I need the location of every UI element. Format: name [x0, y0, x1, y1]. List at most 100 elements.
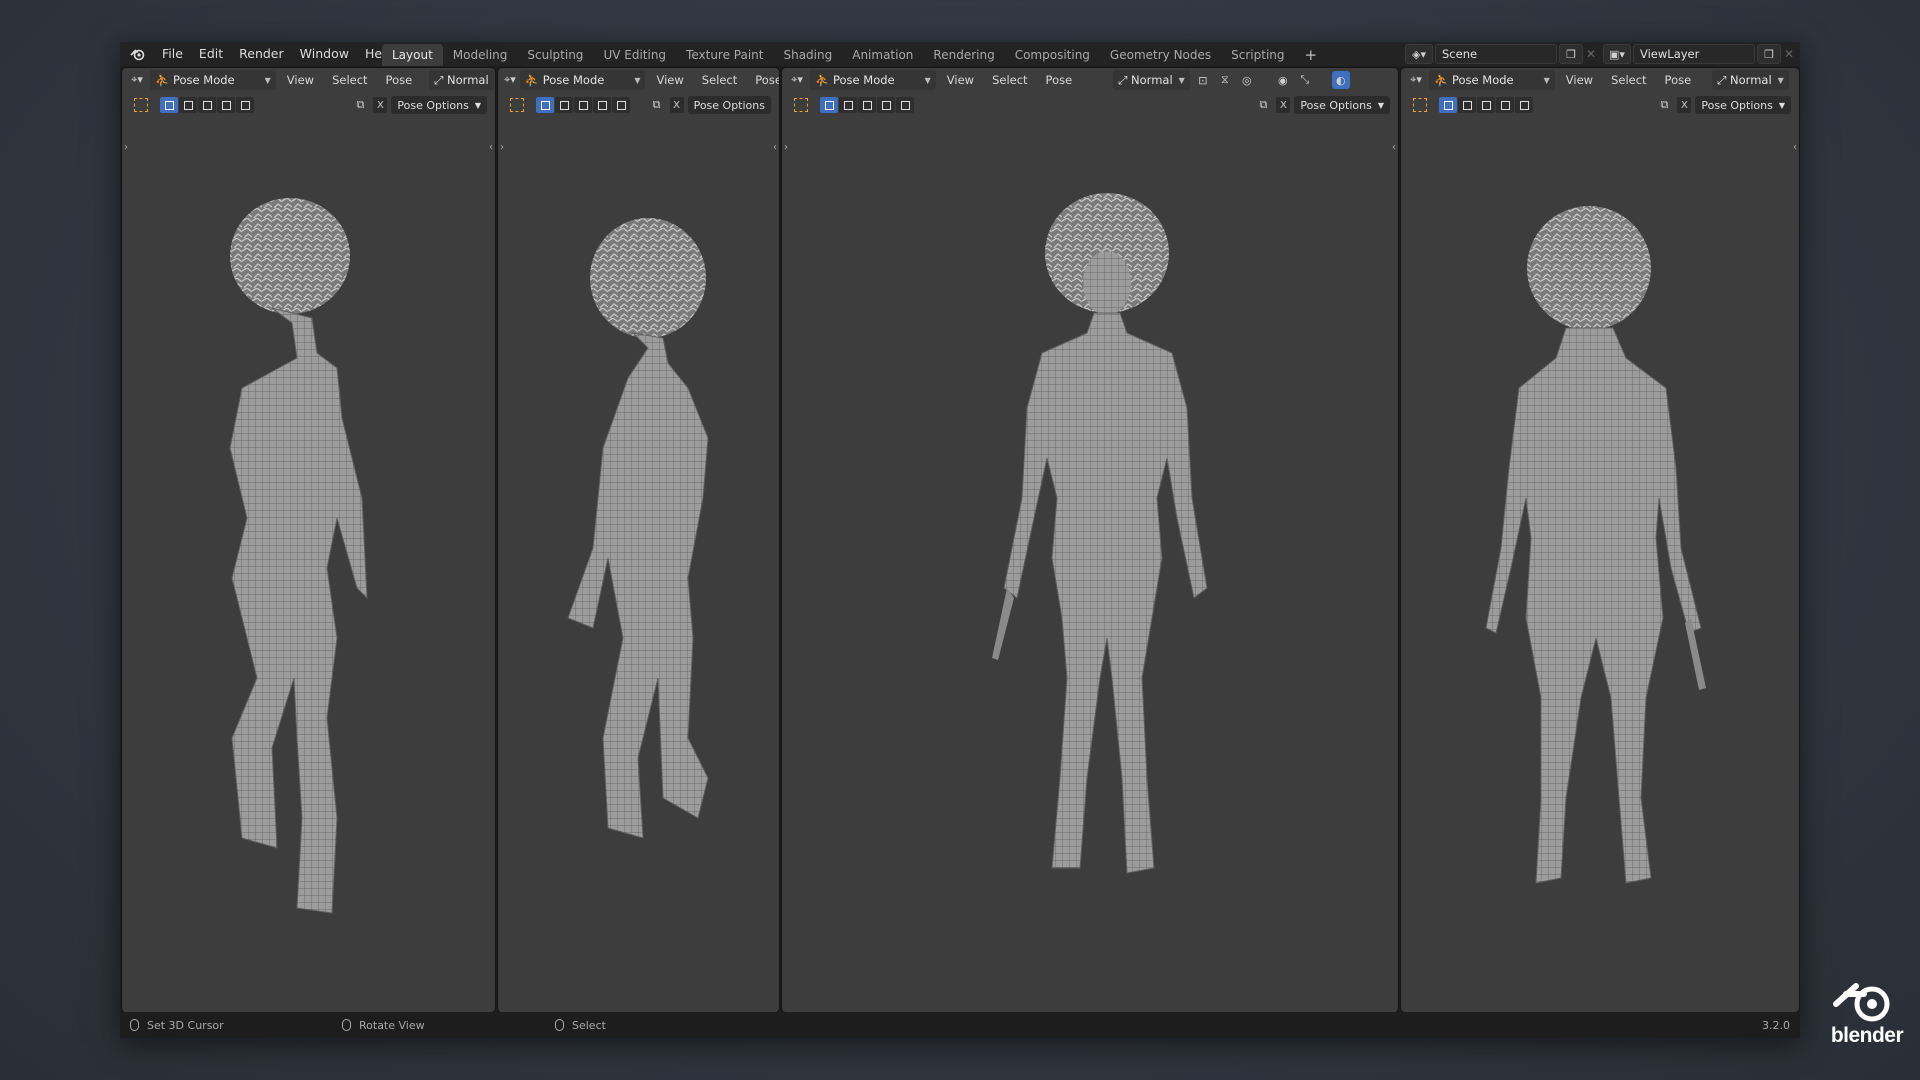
status-set-cursor: Set 3D Cursor — [130, 1019, 224, 1032]
tab-sculpting[interactable]: Sculpting — [517, 44, 593, 66]
x-mirror-toggle[interactable]: X — [1276, 97, 1291, 113]
mode-subtract-icon[interactable] — [858, 97, 876, 113]
pose-menu[interactable]: Pose — [379, 70, 420, 90]
pose-options-dropdown[interactable]: Pose Options — [687, 96, 771, 114]
view-menu[interactable]: View — [940, 70, 981, 90]
menu-window[interactable]: Window — [292, 42, 357, 66]
mirror-icon[interactable]: ⧉ — [351, 96, 369, 114]
pose-options-dropdown[interactable]: Pose Options ▼ — [391, 96, 487, 114]
viewport-3[interactable]: ⌖▾ ⛹ Pose Mode ▼ View Select Pose ⤢ Norma… — [781, 67, 1399, 1013]
mode-set-icon[interactable] — [1439, 97, 1457, 113]
viewport-2[interactable]: ⌖▾ ⛹ Pose Mode ▼ View Select Pose ⧉ X Pos… — [497, 67, 780, 1013]
select-menu[interactable]: Select — [695, 70, 744, 90]
mode-subtract-icon[interactable] — [198, 97, 216, 113]
editor-type-icon[interactable]: ⌖▾ — [1407, 71, 1425, 89]
new-scene-icon[interactable]: ❐ — [1559, 44, 1583, 64]
mode-set-icon[interactable] — [160, 97, 178, 113]
blender-watermark: blender — [1826, 978, 1908, 1048]
proportional-edit-icon[interactable]: ◎ — [1238, 71, 1256, 89]
mode-intersect-icon[interactable] — [896, 97, 914, 113]
x-mirror-toggle[interactable]: X — [669, 97, 684, 113]
mode-dropdown[interactable]: ⛹ Pose Mode ▼ — [1429, 70, 1555, 90]
delete-scene-icon[interactable]: ✕ — [1583, 47, 1599, 61]
editor-type-icon[interactable]: ⌖▾ — [788, 71, 806, 89]
tab-scripting[interactable]: Scripting — [1221, 44, 1294, 66]
menu-file[interactable]: File — [154, 42, 191, 66]
pose-menu[interactable]: Pose — [1658, 70, 1699, 90]
snap-icon[interactable]: ⧖ — [1216, 71, 1234, 89]
tab-modeling[interactable]: Modeling — [443, 44, 518, 66]
visibility-icon[interactable]: ◉ — [1274, 71, 1292, 89]
mirror-icon[interactable]: ⧉ — [1254, 96, 1272, 114]
tab-uv-editing[interactable]: UV Editing — [593, 44, 676, 66]
scene-name-field[interactable]: Scene — [1435, 44, 1557, 64]
mode-set-icon[interactable] — [536, 97, 554, 113]
editor-type-icon[interactable]: ⌖▾ — [504, 71, 516, 89]
mode-set-icon[interactable] — [820, 97, 838, 113]
orientation-dropdown[interactable]: ⤢ Normal — [429, 70, 494, 90]
tab-compositing[interactable]: Compositing — [1005, 44, 1100, 66]
view-menu[interactable]: View — [649, 70, 690, 90]
tab-shading[interactable]: Shading — [773, 44, 842, 66]
viewport-4[interactable]: ⌖▾ ⛹ Pose Mode ▼ View Select Pose ⤢ Norma… — [1400, 67, 1800, 1013]
select-menu[interactable]: Select — [1604, 70, 1653, 90]
pose-menu[interactable]: Pose — [748, 70, 779, 90]
blender-logo-icon[interactable] — [128, 44, 148, 64]
view-menu[interactable]: View — [280, 70, 321, 90]
mode-extend-icon[interactable] — [1458, 97, 1476, 113]
orientation-dropdown[interactable]: ⤢ Normal ▼ — [1113, 70, 1190, 90]
status-select: Select — [555, 1019, 606, 1032]
mode-dropdown[interactable]: ⛹ Pose Mode ▼ — [150, 70, 276, 90]
mode-subtract-icon[interactable] — [574, 97, 592, 113]
select-box-tool-icon[interactable] — [132, 96, 150, 114]
mode-intersect-icon[interactable] — [236, 97, 254, 113]
new-view-layer-icon[interactable]: ❐ — [1757, 44, 1781, 64]
select-menu[interactable]: Select — [325, 70, 374, 90]
pivot-icon[interactable]: ⊡ — [1194, 71, 1212, 89]
menu-render[interactable]: Render — [231, 42, 292, 66]
select-box-tool-icon[interactable] — [1411, 96, 1429, 114]
delete-view-layer-icon[interactable]: ✕ — [1781, 47, 1797, 61]
viewport-1[interactable]: ⌖▾ ⛹ Pose Mode ▼ View Select Pose ⤢ Norma… — [121, 67, 496, 1013]
mode-intersect-icon[interactable] — [612, 97, 630, 113]
scene-icon[interactable]: ◈▾ — [1405, 44, 1433, 64]
mode-dropdown[interactable]: ⛹ Pose Mode ▼ — [519, 70, 646, 90]
mode-invert-icon[interactable] — [877, 97, 895, 113]
add-workspace-button[interactable]: + — [1295, 44, 1328, 66]
mode-subtract-icon[interactable] — [1477, 97, 1495, 113]
tab-animation[interactable]: Animation — [842, 44, 923, 66]
select-box-tool-icon[interactable] — [508, 96, 526, 114]
x-mirror-toggle[interactable]: X — [1677, 97, 1692, 113]
orientation-dropdown[interactable]: ⤢ Normal ▼ — [1712, 70, 1789, 90]
x-mirror-toggle[interactable]: X — [373, 97, 388, 113]
mode-invert-icon[interactable] — [593, 97, 611, 113]
pose-options-dropdown[interactable]: Pose Options ▼ — [1695, 96, 1791, 114]
mirror-icon[interactable]: ⧉ — [648, 96, 666, 114]
view-menu[interactable]: View — [1559, 70, 1600, 90]
editor-type-icon[interactable]: ⌖▾ — [128, 71, 146, 89]
view-layer-icon[interactable]: ▣▾ — [1603, 44, 1631, 64]
selection-modes — [1439, 97, 1533, 113]
viewport-header: ⌖▾ ⛹ Pose Mode ▼ View Select Pose ⤢ Norma… — [122, 68, 495, 92]
mode-extend-icon[interactable] — [555, 97, 573, 113]
mode-dropdown[interactable]: ⛹ Pose Mode ▼ — [810, 70, 936, 90]
tab-geometry-nodes[interactable]: Geometry Nodes — [1100, 44, 1221, 66]
tab-layout[interactable]: Layout — [382, 44, 443, 66]
mode-extend-icon[interactable] — [179, 97, 197, 113]
mode-extend-icon[interactable] — [839, 97, 857, 113]
mode-invert-icon[interactable] — [1496, 97, 1514, 113]
tab-rendering[interactable]: Rendering — [923, 44, 1004, 66]
tab-texture-paint[interactable]: Texture Paint — [676, 44, 773, 66]
pose-options-dropdown[interactable]: Pose Options ▼ — [1294, 96, 1390, 114]
mode-invert-icon[interactable] — [217, 97, 235, 113]
mode-intersect-icon[interactable] — [1515, 97, 1533, 113]
mirror-icon[interactable]: ⧉ — [1655, 96, 1673, 114]
gizmo-icon[interactable]: ⤡ — [1296, 71, 1314, 89]
menu-edit[interactable]: Edit — [191, 42, 231, 66]
view-layer-name-field[interactable]: ViewLayer — [1633, 44, 1755, 64]
select-menu[interactable]: Select — [985, 70, 1034, 90]
overlay-icon[interactable]: ◐ — [1331, 71, 1350, 89]
pose-menu[interactable]: Pose — [1039, 70, 1080, 90]
select-box-tool-icon[interactable] — [792, 96, 810, 114]
character-mesh-back — [1485, 206, 1706, 884]
